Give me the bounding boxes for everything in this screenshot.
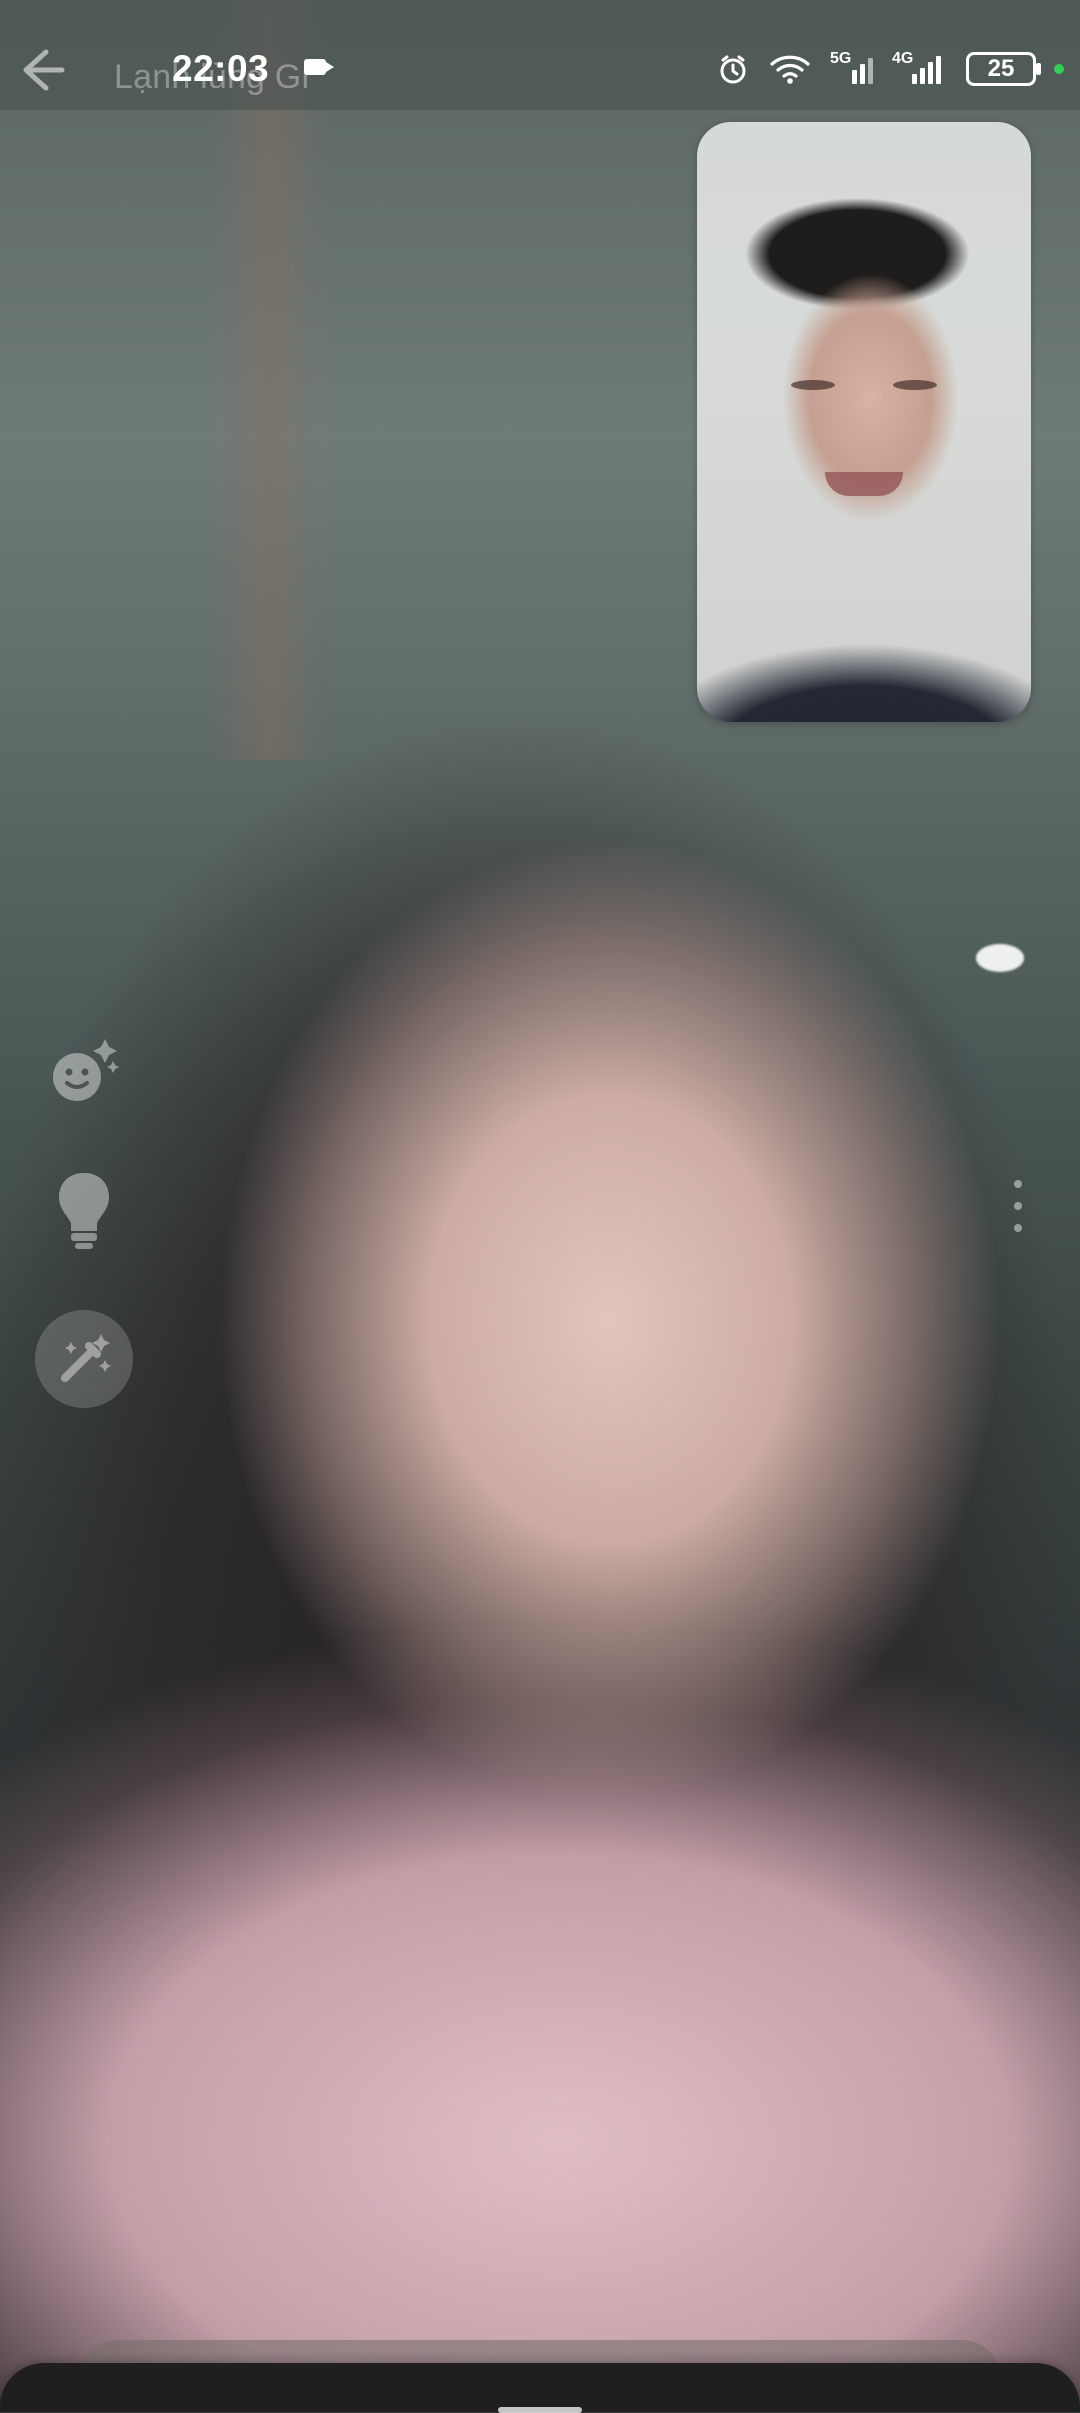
signal-4g: 4G [892,50,948,86]
bottom-sheet-handle[interactable] [498,2407,582,2413]
top-overlay-bar: Lạnh lùng Gr 22:03 5G 4G 25 [0,0,1080,110]
more-dots-icon[interactable] [1012,1180,1024,1232]
privacy-indicator-icon [1054,64,1064,74]
status-icons: 5G 4G 25 [716,42,1064,96]
alarm-icon [720,55,746,84]
status-time: 22:03 [172,48,270,89]
signal-icon [852,58,873,84]
face-effects-button[interactable] [24,1010,144,1130]
face-effects-icon [53,1039,119,1101]
more-dot [1014,1180,1022,1188]
arrow-left-icon [23,49,65,91]
wifi-icon [770,55,810,84]
battery-level: 25 [987,55,1015,82]
video-background-light [976,944,1024,972]
battery-icon: 25 [966,52,1041,86]
magic-effects-button[interactable] [35,1310,133,1408]
camera-icon [304,59,334,75]
signal-5g: 5G [830,50,874,86]
self-view-pip[interactable] [697,122,1031,722]
back-button[interactable] [8,40,68,100]
self-view-face-detail [825,472,903,496]
magic-wand-icon [61,1334,111,1382]
lightbulb-button[interactable] [24,1150,144,1270]
bottom-controls-sheet[interactable] [0,2363,1080,2412]
video-background-detail [210,0,330,760]
more-dot [1014,1202,1022,1210]
signal-icon [912,56,941,84]
more-dot [1014,1224,1022,1232]
self-view-face-detail [791,374,937,398]
lightbulb-icon [59,1173,109,1249]
